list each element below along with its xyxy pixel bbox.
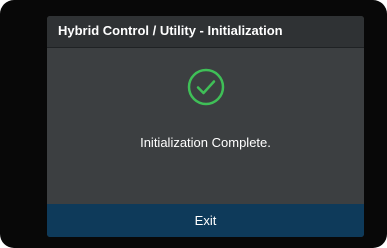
- title-bar: Hybrid Control / Utility - Initializatio…: [47, 16, 364, 48]
- exit-button-label: Exit: [194, 213, 217, 228]
- exit-button[interactable]: Exit: [47, 204, 364, 237]
- dialog-screen: Hybrid Control / Utility - Initializatio…: [47, 16, 364, 237]
- status-message: Initialization Complete.: [140, 135, 271, 150]
- dialog-title: Hybrid Control / Utility - Initializatio…: [58, 23, 283, 38]
- check-circle-icon: [187, 68, 225, 106]
- device-bezel: Hybrid Control / Utility - Initializatio…: [0, 0, 387, 248]
